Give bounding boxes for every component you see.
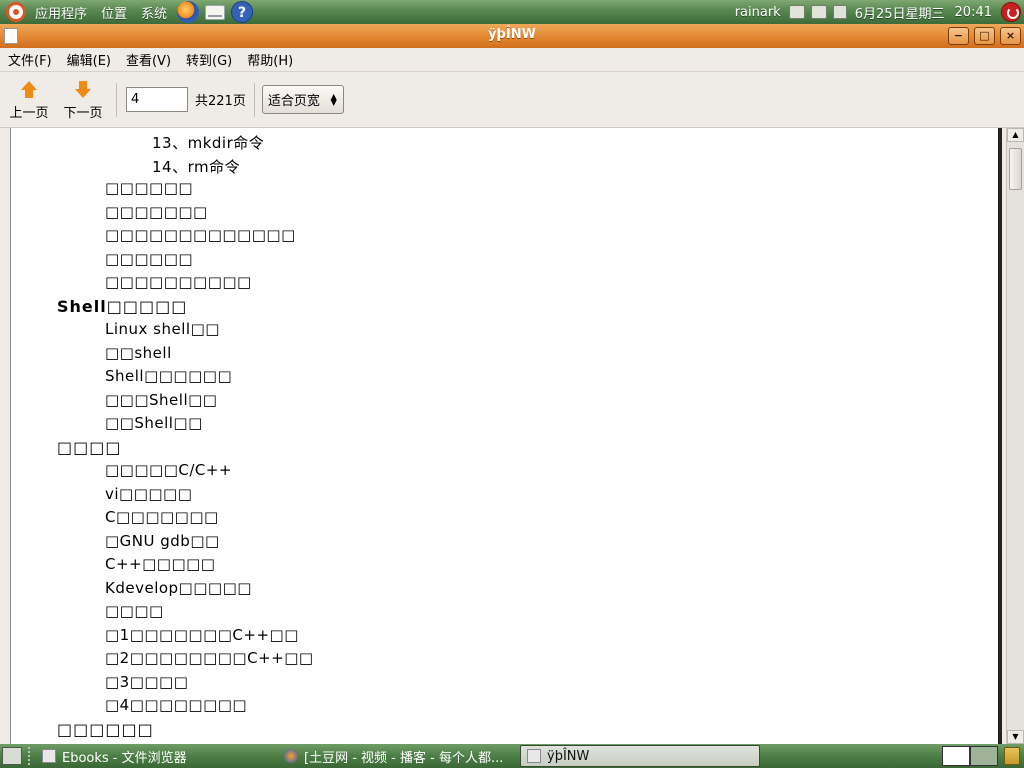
menu-bar: 文件(F) 编辑(E) 查看(V) 转到(G) 帮助(H) <box>0 48 1024 72</box>
menu-places[interactable]: 位置 <box>94 3 134 22</box>
minimize-button[interactable]: − <box>948 27 969 45</box>
page-shadow <box>998 128 1002 744</box>
scrollbar-thumb[interactable] <box>1009 148 1022 190</box>
zoom-value: 适合页宽 <box>267 94 320 109</box>
doc-line: □□□□ <box>105 602 164 620</box>
document-page[interactable]: 13、mkdir命令 14、rm命令 □□□□□□ □□□□□□□ □□□□□□□□□□… <box>10 128 998 744</box>
mail-icon[interactable] <box>205 4 226 20</box>
page-total-label: 共221页 <box>195 94 246 109</box>
maximize-button[interactable]: □ <box>974 27 995 45</box>
ubuntu-logo-icon[interactable] <box>6 2 26 22</box>
doc-line: C++□□□□□ <box>105 555 216 573</box>
arrow-up-icon <box>20 80 38 99</box>
doc-line: □2□□□□□□□□C++□□ <box>105 649 314 667</box>
doc-line: □GNU gdb□□ <box>105 531 220 550</box>
power-icon[interactable] <box>1001 2 1021 22</box>
doc-line: C□□□□□□□ <box>105 508 219 526</box>
doc-line: □4□□□□□□□□ <box>105 696 248 714</box>
previous-page-label: 上一页 <box>9 105 49 121</box>
toolbar-separator <box>116 82 117 117</box>
spin-arrows-icon: ▲ ▼ <box>330 92 337 107</box>
task-firefox[interactable]: [土豆网 - 视频 - 播客 - 每个人都... <box>278 745 516 767</box>
doc-line: Shell□□□□□□ <box>105 367 233 385</box>
next-page-button[interactable]: 下一页 <box>58 76 108 124</box>
arrow-down-icon <box>74 80 92 99</box>
doc-line: □□□□□□□□□□□□□ <box>105 226 296 244</box>
bottom-taskbar: Ebooks - 文件浏览器 [土豆网 - 视频 - 播客 - 每个人都... … <box>0 744 1024 768</box>
user-name[interactable]: rainark <box>730 5 786 20</box>
firefox-icon <box>284 749 298 763</box>
doc-line: □□□□□□□ <box>105 202 208 221</box>
network-icon[interactable] <box>810 5 827 19</box>
date-label[interactable]: 6月25日星期三 <box>850 3 950 22</box>
menu-applications[interactable]: 应用程序 <box>28 3 94 22</box>
task-label: [土豆网 - 视频 - 播客 - 每个人都... <box>304 750 504 766</box>
doc-line: □□shell <box>105 343 172 362</box>
page-number-input[interactable] <box>126 87 188 112</box>
task-document-viewer[interactable]: ÿþÎNW <box>520 745 760 767</box>
firefox-icon[interactable] <box>177 1 200 23</box>
volume-icon[interactable] <box>832 5 847 19</box>
keyboard-icon[interactable] <box>788 5 805 19</box>
top-panel: 应用程序 位置 系统 ? rainark 6月25日星期三 20:41 <box>0 0 1024 24</box>
doc-heading: □□□□ <box>57 437 122 457</box>
menu-file[interactable]: 文件(F) <box>0 50 59 69</box>
title-bar[interactable]: ÿþÎNW − □ × <box>0 24 1024 48</box>
task-file-manager[interactable]: Ebooks - 文件浏览器 <box>36 745 274 767</box>
document-icon <box>527 749 541 763</box>
document-viewer-window: ÿþÎNW − □ × 文件(F) 编辑(E) 查看(V) 转到(G) 帮助(H… <box>0 24 1024 744</box>
scroll-up-icon[interactable]: ▲ <box>1007 128 1024 142</box>
doc-line: 14、rm命令 <box>152 157 241 176</box>
doc-line: Kdevelop□□□□□ <box>105 578 252 597</box>
panel-grip <box>28 747 32 765</box>
doc-line: □□Shell□□ <box>105 414 203 432</box>
doc-heading: □□□□□□ <box>57 719 154 739</box>
doc-line: □□□□□□ <box>105 179 194 197</box>
menu-system[interactable]: 系统 <box>134 3 174 22</box>
menu-edit[interactable]: 编辑(E) <box>59 50 118 69</box>
doc-line: vi□□□□□ <box>105 484 193 503</box>
document-frame: 13、mkdir命令 14、rm命令 □□□□□□ □□□□□□□ □□□□□□□□□□… <box>0 128 1024 744</box>
show-desktop-icon[interactable] <box>2 747 22 765</box>
doc-line: □3□□□□ <box>105 672 189 691</box>
doc-line: □□□□□□ <box>105 249 194 268</box>
file-manager-icon <box>42 749 56 763</box>
vertical-scrollbar[interactable]: ▲ ▼ <box>1006 128 1024 744</box>
task-label: Ebooks - 文件浏览器 <box>62 750 187 766</box>
doc-line: □□□□□□□□□□ <box>105 273 252 291</box>
doc-line: 13、mkdir命令 <box>152 134 265 152</box>
doc-line: □1□□□□□□□C++□□ <box>105 625 299 644</box>
workspace-1[interactable] <box>942 746 970 766</box>
previous-page-button[interactable]: 上一页 <box>4 76 54 124</box>
help-icon[interactable]: ? <box>231 1 254 23</box>
zoom-select[interactable]: 适合页宽 ▲ ▼ <box>261 85 344 114</box>
doc-line: □□□□□C/C++ <box>105 461 232 479</box>
toolbar: 上一页 下一页 共221页 适合页宽 ▲ ▼ <box>0 72 1024 128</box>
close-button[interactable]: × <box>1000 27 1021 45</box>
task-label: ÿþÎNW <box>547 748 590 764</box>
menu-go[interactable]: 转到(G) <box>178 50 239 69</box>
next-page-label: 下一页 <box>63 105 103 121</box>
menu-help[interactable]: 帮助(H) <box>239 50 300 69</box>
workspace-2[interactable] <box>970 746 998 766</box>
panel-tray: rainark 6月25日星期三 20:41 <box>730 0 1024 24</box>
menu-view[interactable]: 查看(V) <box>118 50 178 69</box>
toolbar-separator <box>253 82 255 117</box>
doc-heading: Shell□□□□□ <box>57 296 188 316</box>
doc-line: □□□Shell□□ <box>105 390 218 409</box>
doc-line: Linux shell□□ <box>105 320 220 338</box>
window-title: ÿþÎNW <box>488 27 536 42</box>
trash-icon[interactable] <box>1004 747 1020 765</box>
clock[interactable]: 20:41 <box>950 5 997 20</box>
scroll-down-icon[interactable]: ▼ <box>1007 730 1024 744</box>
